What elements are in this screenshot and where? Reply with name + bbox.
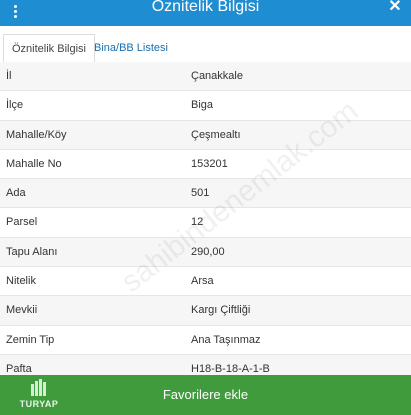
- table-row: Parsel 12: [0, 208, 411, 238]
- close-icon[interactable]: ✕: [387, 0, 403, 16]
- row-key: İl: [6, 70, 12, 82]
- table-row: İlçe Biga: [0, 91, 411, 121]
- row-key: Mevkii: [6, 304, 38, 317]
- row-value: Arsa: [191, 275, 214, 288]
- table-row: Ada 501: [0, 179, 411, 209]
- tab-bar: Öznitelik Bilgisi Bina/BB Listesi: [0, 26, 411, 67]
- row-key: Mahalle No: [6, 157, 62, 170]
- row-key: İlçe: [6, 99, 24, 112]
- table-row: Tapu Alanı 290,00: [0, 237, 411, 268]
- row-value: Ana Taşınmaz: [191, 333, 261, 346]
- table-row: Mahalle No 153201: [0, 150, 411, 180]
- row-value: 290,00: [191, 245, 225, 258]
- row-key: Mahalle/Köy: [6, 128, 67, 141]
- attribute-table: İl Çanakkale İlçe Biga Mahalle/Köy Çeşmealt…: [0, 62, 411, 385]
- add-to-favorites-button[interactable]: Favorilere ekle: [0, 375, 411, 415]
- table-row: Mahalle/Köy Çeşmealtı: [0, 120, 411, 150]
- table-row: İl Çanakkale: [0, 62, 411, 92]
- row-value: Çeşmealtı: [191, 128, 241, 141]
- row-value: 153201: [191, 157, 228, 170]
- row-key: Tapu Alanı: [6, 245, 58, 258]
- row-key: Nitelik: [6, 275, 36, 288]
- table-row: Mevkii Kargı Çiftliği: [0, 296, 411, 326]
- row-value: 501: [191, 187, 210, 200]
- row-key: Zemin Tip: [6, 333, 55, 346]
- row-key: Parsel: [6, 216, 38, 229]
- row-value: Çanakkale: [191, 70, 243, 82]
- table-row: Zemin Tip Ana Taşınmaz: [0, 326, 411, 355]
- title-bar: Öznitelik Bilgisi ✕: [0, 0, 411, 26]
- row-value: Biga: [191, 99, 214, 112]
- footer-bar: TURYAP Favorilere ekle: [0, 375, 411, 415]
- page-title: Öznitelik Bilgisi: [151, 0, 260, 15]
- row-value: Kargı Çiftliği: [191, 304, 251, 317]
- row-key: Ada: [6, 187, 26, 200]
- table-row: Nitelik Arsa: [0, 267, 411, 297]
- row-value: 12: [191, 216, 204, 229]
